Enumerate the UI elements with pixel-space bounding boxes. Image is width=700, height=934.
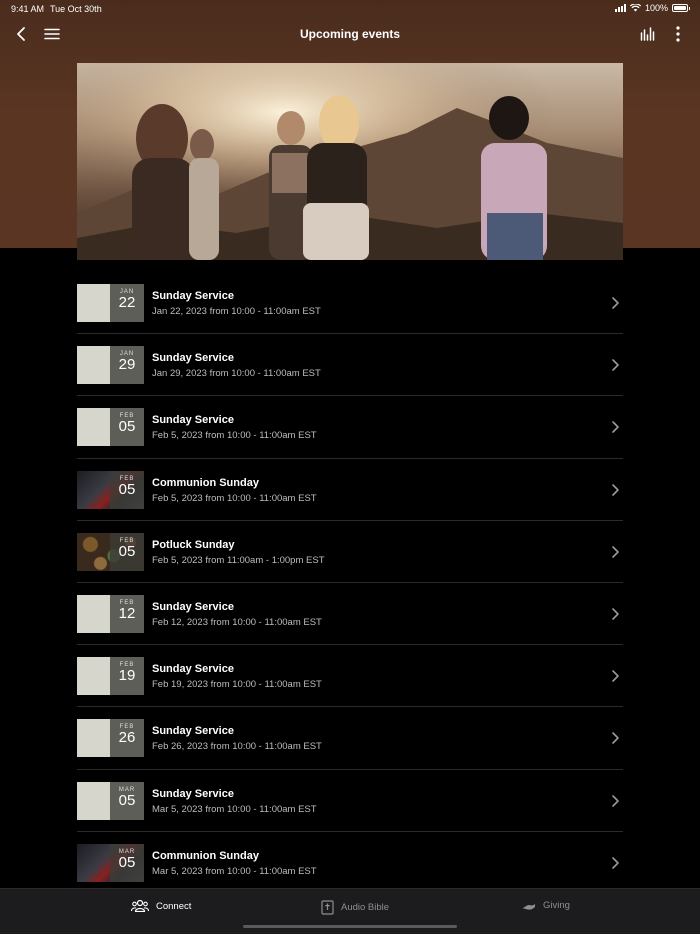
event-row[interactable]: FEB 19 Sunday Service Feb 19, 2023 from 10:… xyxy=(77,645,623,708)
event-subtitle: Mar 5, 2023 from 10:00 - 11:00am EST xyxy=(152,803,317,815)
tab-audio-bible[interactable]: Audio Bible xyxy=(321,900,389,915)
event-title: Sunday Service xyxy=(152,414,234,427)
event-title: Sunday Service xyxy=(152,290,234,302)
event-list: JAN 22 Sunday Service Jan 22, 2023 from 10:… xyxy=(77,272,623,884)
page-title: Upcoming events xyxy=(299,27,401,41)
status-bar: 9:41 AM Tue Oct 30th 100% xyxy=(0,0,700,18)
date-badge: JAN 22 xyxy=(110,284,144,322)
date-day: 19 xyxy=(118,667,136,685)
date-day: 05 xyxy=(118,542,136,560)
date-badge: MAR 05 xyxy=(110,843,144,882)
date-badge: FEB 26 xyxy=(110,719,144,758)
battery-percent: 100% xyxy=(644,3,668,13)
event-subtitle: Feb 12, 2023 from 10:00 - 11:00am EST xyxy=(152,616,322,628)
chevron-right-icon xyxy=(612,856,619,869)
chevron-right-icon xyxy=(612,545,619,558)
event-thumbnail: JAN 22 xyxy=(77,284,144,322)
date-day: 12 xyxy=(118,604,136,622)
hero-illustration xyxy=(77,63,623,260)
hero-image xyxy=(77,63,623,260)
event-row[interactable]: MAR 05 Communion Sunday Mar 5, 2023 from 10… xyxy=(77,832,623,884)
event-subtitle: Feb 19, 2023 from 10:00 - 11:00am EST xyxy=(152,679,322,691)
people-icon xyxy=(131,900,149,912)
event-row[interactable]: FEB 26 Sunday Service Feb 26, 2023 from 10:… xyxy=(77,707,623,770)
event-thumbnail: MAR 05 xyxy=(77,781,144,820)
chevron-right-icon xyxy=(612,359,619,371)
event-title: Communion Sunday xyxy=(152,476,259,489)
event-subtitle: Jan 29, 2023 from 10:00 - 11:00am EST xyxy=(152,368,321,380)
home-indicator xyxy=(243,925,457,928)
event-row[interactable]: JAN 29 Sunday Service Jan 29, 2023 from 10:… xyxy=(77,334,623,397)
date-day: 26 xyxy=(118,729,136,747)
date-badge: FEB 05 xyxy=(110,470,144,509)
event-subtitle: Mar 5, 2023 from 10:00 - 11:00am EST xyxy=(152,865,317,877)
event-title: Sunday Service xyxy=(152,600,234,613)
date-day: 05 xyxy=(118,853,136,871)
date-badge: MAR 05 xyxy=(110,781,144,820)
date-badge: FEB 05 xyxy=(110,532,144,571)
event-thumbnail: MAR 05 xyxy=(77,843,144,882)
event-title: Sunday Service xyxy=(152,787,234,800)
date-day: 05 xyxy=(118,791,136,809)
wifi-icon xyxy=(629,4,641,12)
chevron-right-icon xyxy=(612,732,619,745)
status-time: 9:41 AM xyxy=(11,4,45,14)
event-title: Sunday Service xyxy=(152,352,234,365)
date-badge: JAN 29 xyxy=(110,346,144,385)
date-badge: FEB 05 xyxy=(110,408,144,447)
tab-audio-bible-label: Audio Bible xyxy=(341,902,390,913)
navigation-bar: Upcoming events xyxy=(0,18,700,50)
filter-button[interactable] xyxy=(636,24,660,44)
event-row[interactable]: FEB 05 Potluck Sunday Feb 5, 2023 from 11:0… xyxy=(77,521,623,583)
event-thumbnail: FEB 26 xyxy=(77,719,144,758)
event-subtitle: Feb 5, 2023 from 10:00 - 11:00am EST xyxy=(152,430,317,442)
event-title: Communion Sunday xyxy=(152,849,259,862)
date-day: 29 xyxy=(118,356,136,374)
tab-connect-label: Connect xyxy=(156,900,192,912)
chevron-right-icon xyxy=(612,483,619,496)
tab-connect[interactable]: Connect xyxy=(131,900,191,912)
date-badge: FEB 19 xyxy=(110,657,144,696)
status-date: Tue Oct 30th xyxy=(50,4,102,14)
date-day: 05 xyxy=(118,418,136,436)
giving-icon xyxy=(522,903,535,910)
event-subtitle: Feb 5, 2023 from 10:00 - 11:00am EST xyxy=(152,492,317,504)
event-thumbnail: JAN 29 xyxy=(77,346,144,385)
event-subtitle: Feb 5, 2023 from 11:00am - 1:00pm EST xyxy=(152,554,325,566)
more-vertical-icon xyxy=(676,26,680,42)
chevron-right-icon xyxy=(612,794,619,807)
battery-icon xyxy=(672,4,690,12)
signal-icon xyxy=(614,4,626,12)
chevron-right-icon xyxy=(612,297,619,309)
date-day: 22 xyxy=(118,294,136,311)
chevron-right-icon xyxy=(612,421,619,434)
chevron-right-icon xyxy=(612,670,619,682)
event-row[interactable]: FEB 05 Communion Sunday Feb 5, 2023 from 10… xyxy=(77,459,623,521)
event-title: Sunday Service xyxy=(152,663,234,676)
event-subtitle: Jan 22, 2023 from 10:00 - 11:00am EST xyxy=(152,306,321,317)
event-row[interactable]: FEB 05 Sunday Service Feb 5, 2023 from 10:0… xyxy=(77,396,623,459)
event-row[interactable]: MAR 05 Sunday Service Mar 5, 2023 from 10:0… xyxy=(77,770,623,832)
more-button[interactable] xyxy=(666,24,690,44)
event-thumbnail: FEB 05 xyxy=(77,532,144,571)
event-thumbnail: FEB 12 xyxy=(77,594,144,633)
tab-giving[interactable]: Giving xyxy=(521,900,570,911)
bible-icon xyxy=(321,900,334,915)
event-subtitle: Feb 26, 2023 from 10:00 - 11:00am EST xyxy=(152,741,322,753)
tab-giving-label: Giving xyxy=(543,900,570,911)
chevron-right-icon xyxy=(612,608,619,620)
event-title: Sunday Service xyxy=(152,725,234,738)
status-indicators: 100% xyxy=(614,3,690,13)
event-thumbnail: FEB 05 xyxy=(77,470,144,509)
event-row[interactable]: FEB 12 Sunday Service Feb 12, 2023 from 10:… xyxy=(77,583,623,646)
event-row[interactable]: JAN 22 Sunday Service Jan 22, 2023 from 10:… xyxy=(77,272,623,335)
date-day: 05 xyxy=(118,480,136,498)
event-title: Potluck Sunday xyxy=(152,538,235,551)
bar-chart-icon xyxy=(640,27,655,41)
event-thumbnail: FEB 19 xyxy=(77,657,144,696)
date-badge: FEB 12 xyxy=(110,594,144,633)
event-thumbnail: FEB 05 xyxy=(77,408,144,447)
